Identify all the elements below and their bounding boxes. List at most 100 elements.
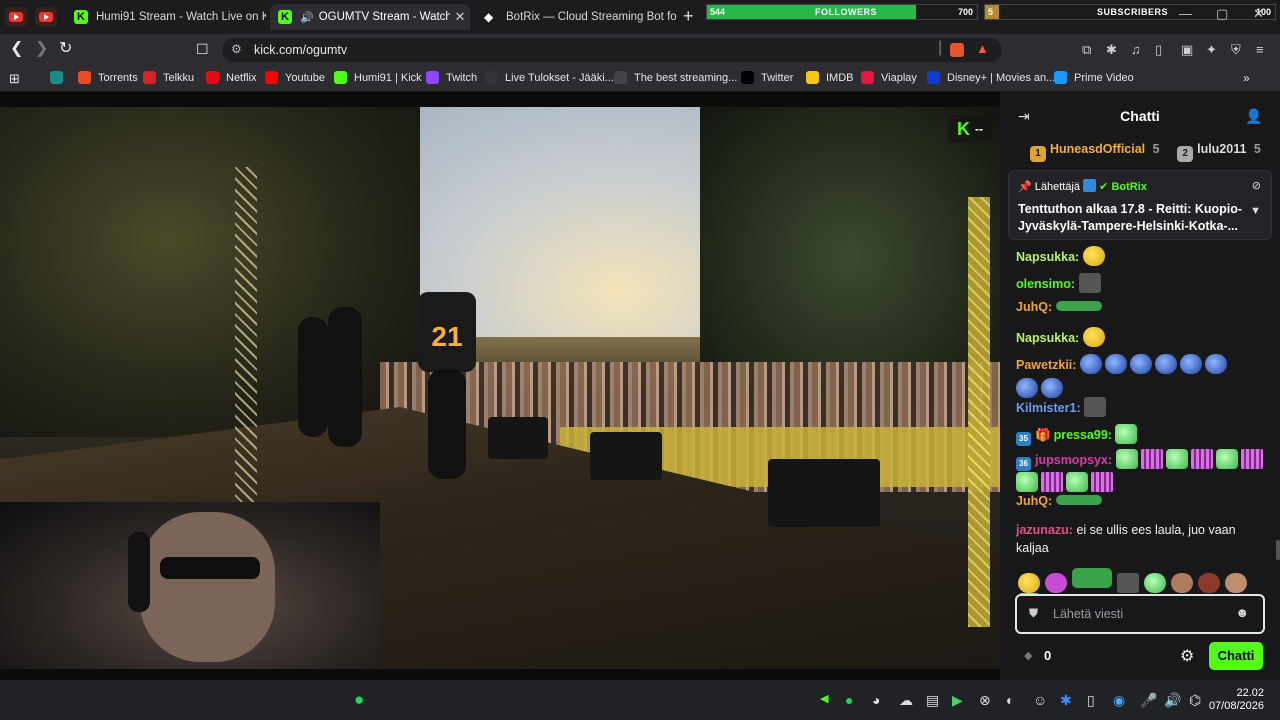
emote-icon bbox=[1082, 246, 1105, 266]
emote-icon[interactable] bbox=[1198, 573, 1220, 593]
volume-icon[interactable]: 🔊 bbox=[1164, 692, 1181, 709]
chat-username[interactable]: olensimo: bbox=[1016, 277, 1075, 291]
channel-points[interactable]: 0 bbox=[1044, 648, 1051, 663]
bookmark-item[interactable]: The best streaming... bbox=[614, 71, 737, 84]
bookmark-item[interactable]: Telkku bbox=[143, 71, 194, 84]
pinned-author[interactable]: BotRix bbox=[1111, 181, 1146, 193]
chat-username[interactable]: JuhQ: bbox=[1016, 300, 1052, 314]
emote-icon[interactable] bbox=[1117, 573, 1139, 593]
site-info-icon[interactable]: ⚙ bbox=[231, 42, 242, 56]
bookmark-item[interactable]: IMDB bbox=[806, 71, 854, 84]
chat-username[interactable]: Napsukka: bbox=[1016, 250, 1079, 264]
chat-username[interactable]: Kilmister1: bbox=[1016, 401, 1081, 415]
chat-username[interactable]: jazunazu: bbox=[1016, 523, 1073, 537]
emote-icon[interactable] bbox=[1171, 573, 1193, 593]
close-tab-icon[interactable]: ✕ bbox=[450, 9, 470, 25]
bluetooth-icon[interactable]: ✱ bbox=[1060, 692, 1072, 709]
emote-icon[interactable] bbox=[1225, 573, 1247, 593]
chat-input[interactable] bbox=[1053, 605, 1233, 623]
extensions-icon[interactable]: ✱ bbox=[1106, 42, 1117, 58]
discord-icon[interactable]: ◕ bbox=[872, 692, 880, 708]
youtube-pinned-tab[interactable] bbox=[35, 7, 57, 27]
emote-cat-icon[interactable] bbox=[1018, 573, 1040, 593]
chat-username[interactable]: jupsmopsyx: bbox=[1035, 453, 1112, 467]
bookmark-item[interactable]: Viaplay bbox=[861, 71, 917, 84]
bookmark-item[interactable]: Prime Video bbox=[1054, 71, 1134, 84]
chat-username[interactable]: Pawetzkii: bbox=[1016, 358, 1076, 372]
forward-icon[interactable]: ❯ bbox=[35, 41, 48, 57]
chat-username[interactable]: Napsukka: bbox=[1016, 331, 1079, 345]
media-icon[interactable]: ♫ bbox=[1131, 42, 1141, 57]
chevron-down-icon[interactable]: ▼ bbox=[1250, 205, 1261, 217]
bookmark-item[interactable]: Disney+ | Movies an... bbox=[927, 71, 1055, 84]
chat-message: 35 🎁 pressa99: bbox=[1016, 424, 1140, 446]
gifter-count: 5 bbox=[1253, 142, 1261, 156]
network-icon[interactable]: ⌬ bbox=[1189, 692, 1201, 709]
vpn-icon[interactable]: ⛨ bbox=[1231, 42, 1241, 58]
play-icon[interactable]: ▶ bbox=[952, 692, 963, 709]
bookmark-item[interactable]: Youtube bbox=[265, 71, 325, 84]
bookmark-item[interactable]: Netflix bbox=[206, 71, 257, 84]
bookmark-item[interactable] bbox=[50, 71, 70, 84]
gear-icon[interactable]: ⚙ bbox=[1180, 646, 1194, 666]
chat-username[interactable]: pressa99: bbox=[1054, 428, 1112, 442]
chat-username[interactable]: JuhQ: bbox=[1016, 494, 1052, 508]
bookmark-item[interactable]: Twitch bbox=[426, 71, 477, 84]
chat-users-icon[interactable]: 👤 bbox=[1245, 108, 1262, 125]
gifter-name[interactable]: HuneasdOfficial bbox=[1050, 142, 1145, 156]
spotify-icon[interactable]: ● bbox=[354, 690, 364, 710]
cloud-icon[interactable]: ☁ bbox=[899, 692, 913, 709]
new-tab-button[interactable]: + bbox=[683, 7, 694, 25]
tray-spotify-icon[interactable]: ● bbox=[845, 692, 853, 708]
brave-shields-icon[interactable] bbox=[950, 43, 964, 57]
maximize-icon[interactable]: ▢ bbox=[1216, 6, 1228, 22]
bookmark-item[interactable]: Twitter bbox=[741, 71, 793, 84]
emote-icon[interactable] bbox=[1072, 568, 1112, 588]
send-chat-button[interactable]: Chatti bbox=[1209, 642, 1263, 670]
streaming-icon bbox=[614, 71, 627, 84]
tray-app-icon[interactable]: ◐ bbox=[1006, 692, 1014, 708]
brave-rewards-icon[interactable]: ▲ bbox=[976, 41, 989, 56]
shield-icon: ⛊ bbox=[1029, 606, 1039, 620]
leo-icon[interactable]: ✦ bbox=[1206, 42, 1217, 58]
tray-app-icon[interactable]: ⊗ bbox=[979, 692, 991, 709]
youtube-pinned-tab[interactable] bbox=[5, 7, 27, 27]
sidebar-icon[interactable]: ▯ bbox=[1155, 42, 1162, 58]
tray-kick-icon[interactable]: ◀ bbox=[820, 692, 828, 705]
tab-botrix[interactable]: ◆ BotRix — Cloud Streaming Bot for Tw bbox=[476, 4, 676, 30]
bookmark-icon[interactable]: ☐ bbox=[196, 41, 209, 57]
system-clock[interactable]: 22.02 07/08/2026 bbox=[1208, 687, 1264, 713]
emote-pepe-icon[interactable] bbox=[1144, 573, 1166, 593]
edge-icon[interactable]: ◉ bbox=[1113, 692, 1125, 709]
video-player[interactable]: 21 K -- bbox=[0, 107, 1000, 669]
emote-icon bbox=[1190, 449, 1213, 469]
minimize-icon[interactable]: — bbox=[1179, 6, 1192, 21]
pinned-text: Tenttuthon alkaa 17.8 - Reitti: Kuopio-J… bbox=[1018, 202, 1243, 233]
close-window-icon[interactable]: ✕ bbox=[1253, 6, 1264, 22]
emote-icon[interactable] bbox=[1045, 573, 1067, 593]
wallet-icon[interactable]: ▣ bbox=[1181, 42, 1193, 58]
apps-icon[interactable]: ⊞ bbox=[9, 71, 20, 87]
bookmark-item[interactable]: Humi91 | Kick bbox=[334, 71, 422, 84]
emote-icon bbox=[1041, 472, 1063, 492]
gifter-name[interactable]: lulu2011 bbox=[1197, 142, 1246, 156]
pinned-message[interactable]: 📌 Lähettäjä ✔ BotRix ⊘ Tenttuthon alkaa … bbox=[1008, 170, 1272, 240]
address-bar[interactable]: ⚙ kick.com/ogumtv | ▲ bbox=[222, 38, 1002, 62]
microphone-icon[interactable]: 🎤 bbox=[1140, 692, 1157, 709]
imdb-icon bbox=[806, 71, 819, 84]
tab-humi91[interactable]: K Humi91 Stream - Watch Live on Kick bbox=[66, 4, 266, 30]
bookmark-item[interactable]: Torrents bbox=[78, 71, 138, 84]
tray-app-icon[interactable]: ▤ bbox=[926, 692, 939, 709]
tab-ogumtv[interactable]: K 🔊 OGUMTV Stream - Watch Live ✕ bbox=[270, 4, 470, 30]
back-icon[interactable]: ❮ bbox=[10, 41, 23, 57]
tray-app-icon[interactable]: ☺ bbox=[1033, 692, 1047, 708]
reload-icon[interactable]: ↻ bbox=[59, 41, 72, 57]
usb-icon[interactable]: ▯ bbox=[1087, 692, 1095, 709]
more-bookmarks-icon[interactable]: » bbox=[1243, 71, 1250, 85]
menu-icon[interactable]: ≡ bbox=[1256, 42, 1264, 57]
emoji-picker-icon[interactable]: ☻ bbox=[1235, 605, 1249, 620]
screenshot-icon[interactable]: ⧉ bbox=[1082, 42, 1091, 58]
hide-pin-icon[interactable]: ⊘ bbox=[1252, 179, 1261, 192]
chat-scrollbar[interactable] bbox=[1276, 540, 1280, 560]
bookmark-item[interactable]: Live Tulokset - Jääki... bbox=[485, 71, 614, 84]
